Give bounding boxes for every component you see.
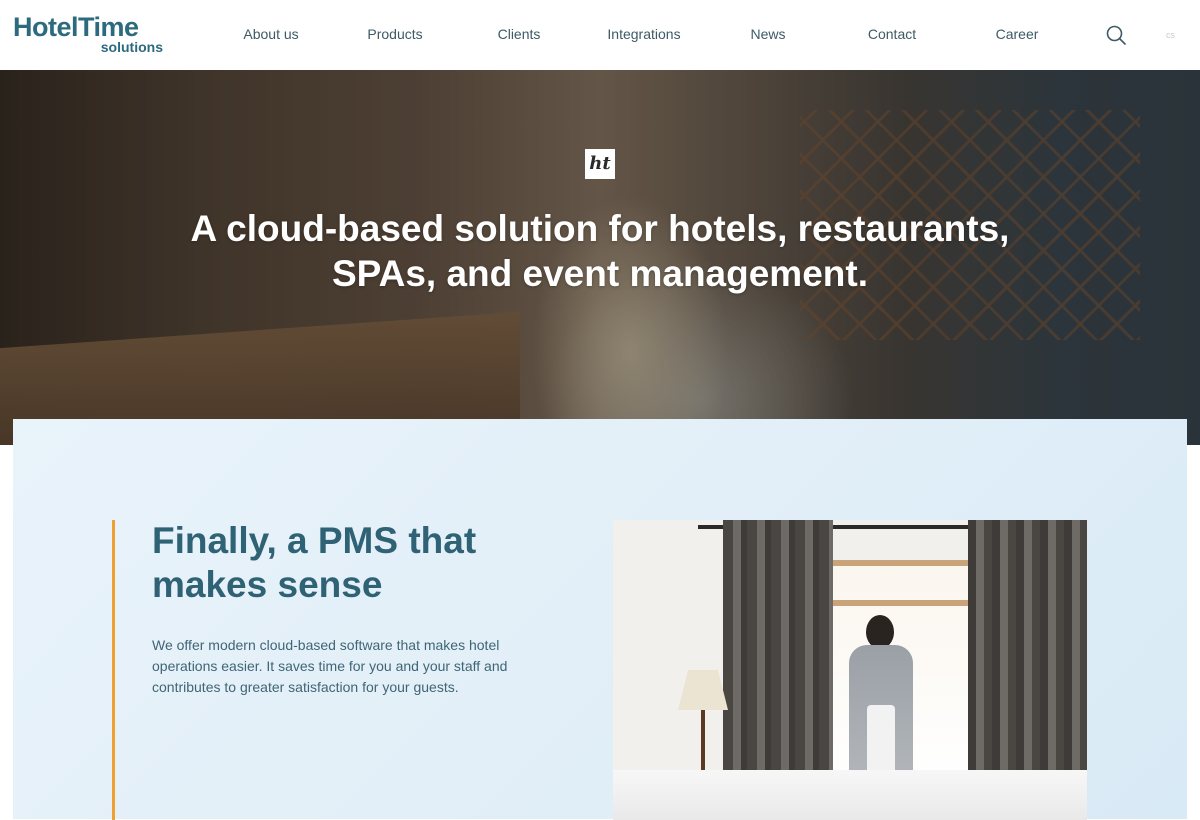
- logo-name: HotelTime: [13, 12, 139, 42]
- hero-title: A cloud-based solution for hotels, resta…: [190, 208, 1010, 294]
- nav-integrations[interactable]: Integrations: [607, 26, 680, 42]
- intro-section: Finally, a PMS that makes sense We offer…: [13, 419, 1187, 820]
- housekeeper-photo: [613, 520, 1087, 820]
- photo-lamp-shade: [678, 670, 728, 710]
- hero-banner: ht A cloud-based solution for hotels, re…: [0, 70, 1200, 445]
- nav-clients[interactable]: Clients: [498, 26, 541, 42]
- logo-tagline: solutions: [100, 39, 163, 55]
- hoteltime-logo[interactable]: HotelTime solutions: [13, 14, 165, 56]
- nav-about-us[interactable]: About us: [243, 26, 298, 42]
- photo-bed: [613, 770, 1087, 820]
- nav-career[interactable]: Career: [996, 26, 1039, 42]
- ht-badge-icon: ht: [585, 149, 615, 179]
- language-switch[interactable]: cs: [1166, 30, 1175, 40]
- accent-line: [112, 520, 115, 820]
- intro-title: Finally, a PMS that makes sense: [152, 520, 477, 605]
- intro-text: We offer modern cloud-based software tha…: [152, 637, 508, 695]
- search-icon[interactable]: [1105, 24, 1127, 46]
- photo-housekeeper-head: [866, 615, 894, 649]
- nav-news[interactable]: News: [750, 26, 785, 42]
- site-header: HotelTime solutions About us Products Cl…: [0, 0, 1200, 70]
- nav-contact[interactable]: Contact: [868, 26, 916, 42]
- nav-products[interactable]: Products: [367, 26, 422, 42]
